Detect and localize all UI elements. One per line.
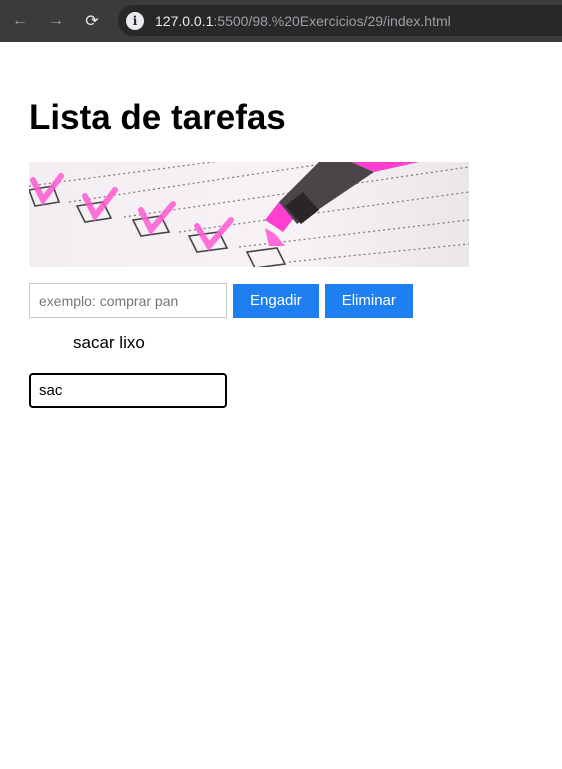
remove-button[interactable]: Eliminar (324, 283, 413, 318)
task-list: sacar lixo (73, 333, 145, 353)
url-path: :5500/98.%20Exercicios/29/index.html (213, 12, 451, 29)
address-bar[interactable]: i 127.0.0.1:5500/98.%20Exercicios/29/ind… (118, 5, 562, 36)
add-button[interactable]: Engadir (233, 283, 319, 318)
site-info-icon[interactable]: i (126, 11, 144, 30)
task-input[interactable] (29, 283, 227, 318)
add-task-row: Engadir Eliminar (29, 283, 413, 318)
checklist-banner-image (29, 162, 469, 267)
reload-icon[interactable]: ⟳ (83, 12, 101, 30)
edit-task-input[interactable] (29, 373, 227, 408)
task-item[interactable]: sacar lixo (73, 333, 145, 353)
url-host: 127.0.0.1 (155, 12, 214, 29)
back-arrow-icon[interactable]: ← (11, 12, 29, 30)
forward-arrow-icon[interactable]: → (47, 12, 65, 30)
address-url[interactable]: 127.0.0.1:5500/98.%20Exercicios/29/index… (155, 13, 451, 29)
page-title: Lista de tarefas (29, 98, 286, 137)
browser-toolbar: ← → ⟳ i 127.0.0.1:5500/98.%20Exercicios/… (0, 0, 562, 42)
checklist-illustration (29, 162, 469, 267)
